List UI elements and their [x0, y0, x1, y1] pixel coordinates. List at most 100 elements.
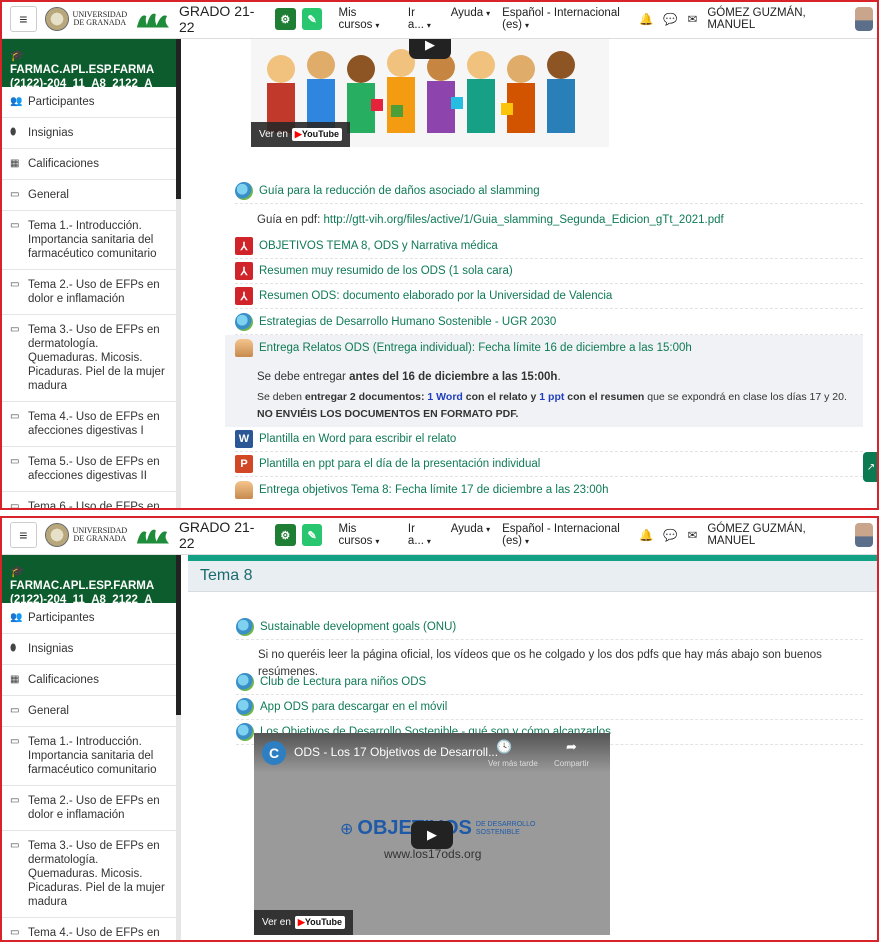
sidebar-item-tema-1[interactable]: ▭ Tema 1.- Introducción. Importancia sani… [0, 211, 180, 270]
activity-plantilla-ppt[interactable]: P Plantilla en ppt para el día de la pres… [235, 452, 863, 477]
plants-logo-icon [137, 13, 170, 28]
url-globe-icon [235, 313, 253, 331]
activity-entrega-objetivos[interactable]: Entrega objetivos Tema 8: Fecha límite 1… [235, 478, 863, 502]
scrollbar-thumb[interactable] [176, 39, 181, 199]
url-globe-icon [236, 723, 254, 741]
sidebar-item-participantes[interactable]: 👥 Participantes [0, 87, 180, 118]
pdf-note-link[interactable]: http://gtt-vih.org/files/active/1/Guia_s… [324, 214, 724, 226]
sidebar-course-title[interactable]: 🎓 FARMAC.APL.ESP.FARMA (2122)-204_11_A8_… [0, 555, 180, 606]
url-globe-icon [236, 673, 254, 691]
bell-icon[interactable]: 🔔 [639, 528, 653, 542]
graduation-cap-icon: 🎓 [10, 566, 25, 578]
sidebar-item-tema-3[interactable]: ▭ Tema 3.- Uso de EFPs en dermatología. Q… [0, 831, 180, 918]
avatar[interactable] [854, 7, 873, 31]
url-globe-icon [235, 182, 253, 200]
edit-icon[interactable]: ✎ [301, 8, 323, 30]
course-content: Tema 8 Sustainable development goals (ON… [188, 555, 879, 942]
activity-slamming-guide[interactable]: Guía para la reducción de daños asociado… [235, 179, 863, 204]
sidebar-item-participantes[interactable]: 👥 Participantes [0, 603, 180, 634]
menu-icon[interactable]: ≡ [10, 522, 37, 548]
menu-mis-cursos[interactable]: Mis cursos ▾ [338, 7, 395, 31]
table-icon: ▦ [10, 158, 20, 169]
avatar[interactable] [854, 523, 873, 547]
users-icon: 👥 [10, 612, 23, 623]
activity-entrega-relatos[interactable]: Entrega Relatos ODS (Entrega individual)… [235, 336, 863, 360]
assignment-hand-icon [235, 481, 253, 499]
menu-language[interactable]: Español - Internacional (es) ▾ [502, 7, 639, 31]
envelope-icon[interactable]: ✉ [688, 12, 698, 26]
scrollbar-thumb[interactable] [176, 555, 181, 715]
ods-video-embed[interactable]: ▶ Ver en ▶YouTube [251, 39, 609, 147]
sidebar-item-tema-6[interactable]: ▭Tema 6.- Uso de EFPs en afecciones card… [0, 492, 180, 510]
sidebar-item-tema-2[interactable]: ▭ Tema 2.- Uso de EFPs en dolor e inflama… [0, 270, 180, 315]
plants-logo-icon [137, 529, 170, 544]
menu-ayuda[interactable]: Ayuda ▾ [451, 7, 490, 31]
sidebar-item-tema-4[interactable]: ▭Tema 4.- Uso de EFPs en afecciones dige… [0, 918, 180, 942]
activity-club-lectura[interactable]: Club de Lectura para niños ODS [236, 670, 863, 695]
university-logo[interactable]: UNIVERSIDAD DE GRANADA [44, 523, 127, 547]
menu-icon[interactable]: ≡ [10, 6, 37, 32]
sidebar-scrollbar[interactable] [176, 555, 181, 942]
edit-icon[interactable]: ✎ [301, 524, 323, 546]
sidebar-scrollbar[interactable] [176, 39, 181, 510]
main-menu: Mis cursos ▾ Ir a... ▾ Ayuda ▾ Español - In… [338, 7, 639, 31]
envelope-icon[interactable]: ✉ [688, 528, 698, 542]
sidebar-item-calificaciones[interactable]: ▦ Calificaciones [0, 665, 180, 696]
folder-icon: ▭ [10, 927, 20, 938]
screenshot-bottom: ≡ UNIVERSIDAD DE GRANADA GRADO 21-22 ⚙ ✎ … [0, 516, 879, 942]
sidebar-course-title[interactable]: 🎓 FARMAC.APL.ESP.FARMA (2122)-204_11_A8_… [0, 39, 180, 90]
sidebar-item-tema-4[interactable]: ▭Tema 4.- Uso de EFPs en afecciones dige… [0, 402, 180, 447]
play-button[interactable]: ▶ [411, 821, 453, 849]
watch-on-youtube[interactable]: Ver en ▶YouTube [251, 122, 351, 147]
user-name[interactable]: GÓMEZ GUZMÁN, MANUEL [707, 7, 844, 31]
menu-language[interactable]: Español - Internacional (es) ▾ [502, 523, 639, 547]
menu-ayuda[interactable]: Ayuda ▾ [451, 523, 490, 547]
cogs-icon[interactable]: ⚙ [274, 524, 296, 546]
chat-icon[interactable]: 💬 [663, 528, 677, 542]
activity-objetivos-tema8[interactable]: ⅄ OBJETIVOS TEMA 8, ODS y Narrativa médic… [235, 234, 863, 259]
sidebar-item-tema-3[interactable]: ▭ Tema 3.- Uso de EFPs en dermatología. Q… [0, 315, 180, 402]
sidebar-item-insignias[interactable]: ⬮ Insignias [0, 118, 180, 149]
activity-resumen-valencia[interactable]: ⅄ Resumen ODS: documento elaborado por la… [235, 284, 863, 309]
ods-video-embed[interactable]: C ODS - Los 17 Objetivos de Desarroll...… [254, 733, 610, 935]
activity-sdg-onu[interactable]: Sustainable development goals (ONU) [236, 615, 863, 640]
activity-app-ods[interactable]: App ODS para descargar en el móvil [236, 695, 863, 720]
cogs-icon[interactable]: ⚙ [274, 8, 296, 30]
folder-icon: ▭ [10, 279, 20, 290]
youtube-logo-icon: ▶YouTube [291, 128, 343, 141]
course-content: ▶ Ver en ▶YouTube Guía para la reducción … [205, 39, 879, 510]
sidebar-item-calificaciones[interactable]: ▦ Calificaciones [0, 149, 180, 180]
menu-mis-cursos[interactable]: Mis cursos ▾ [338, 523, 395, 547]
un-emblem-icon: ⊕ [340, 820, 354, 838]
user-name[interactable]: GÓMEZ GUZMÁN, MANUEL [707, 523, 844, 547]
bell-icon[interactable]: 🔔 [639, 12, 653, 26]
activity-plantilla-word[interactable]: W Plantilla en Word para escribir el rela… [235, 427, 863, 452]
sidebar-item-tema-1[interactable]: ▭ Tema 1.- Introducción. Importancia sani… [0, 727, 180, 786]
course-code[interactable]: GRADO 21-22 [179, 519, 265, 551]
channel-avatar-icon[interactable]: C [262, 741, 286, 765]
share-icon[interactable]: ➦ [566, 739, 577, 755]
sidebar-item-tema-5[interactable]: ▭ Tema 5.- Uso de EFPs en afecciones dige… [0, 447, 180, 492]
course-code[interactable]: GRADO 21-22 [179, 3, 265, 35]
chevron-down-icon: ▾ [375, 537, 380, 546]
screenshot-top: ≡ UNIVERSIDAD DE GRANADA GRADO 21-22 ⚙ ✎ … [0, 0, 879, 510]
activity-estrategias-ugr[interactable]: Estrategias de Desarrollo Humano Sosteni… [235, 310, 863, 335]
sidebar-item-insignias[interactable]: ⬮ Insignias [0, 634, 180, 665]
edit-side-button[interactable]: ↗ [863, 452, 879, 482]
sidebar-item-tema-2[interactable]: ▭ Tema 2.- Uso de EFPs en dolor e inflama… [0, 786, 180, 831]
chat-icon[interactable]: 💬 [663, 12, 677, 26]
clock-icon[interactable]: 🕓 [496, 739, 512, 755]
chevron-down-icon: ▾ [524, 21, 529, 30]
menu-ir-a[interactable]: Ir a... ▾ [408, 7, 439, 31]
folder-icon: ▭ [10, 705, 20, 716]
watch-on-youtube[interactable]: Ver en ▶YouTube [254, 910, 354, 935]
sidebar-item-general[interactable]: ▭ General [0, 180, 180, 211]
youtube-logo-icon: ▶YouTube [294, 916, 346, 929]
sidebar-item-general[interactable]: ▭ General [0, 696, 180, 727]
play-button[interactable]: ▶ [409, 39, 451, 59]
university-logo[interactable]: UNIVERSIDAD DE GRANADA [44, 7, 127, 31]
activity-resumen-ods[interactable]: ⅄ Resumen muy resumido de los ODS (1 sola… [235, 259, 863, 284]
menu-ir-a[interactable]: Ir a... ▾ [408, 523, 439, 547]
pdf-note: Guía en pdf: http://gtt-vih.org/files/ac… [257, 214, 724, 226]
video-title[interactable]: ODS - Los 17 Objetivos de Desarroll... [294, 745, 498, 759]
